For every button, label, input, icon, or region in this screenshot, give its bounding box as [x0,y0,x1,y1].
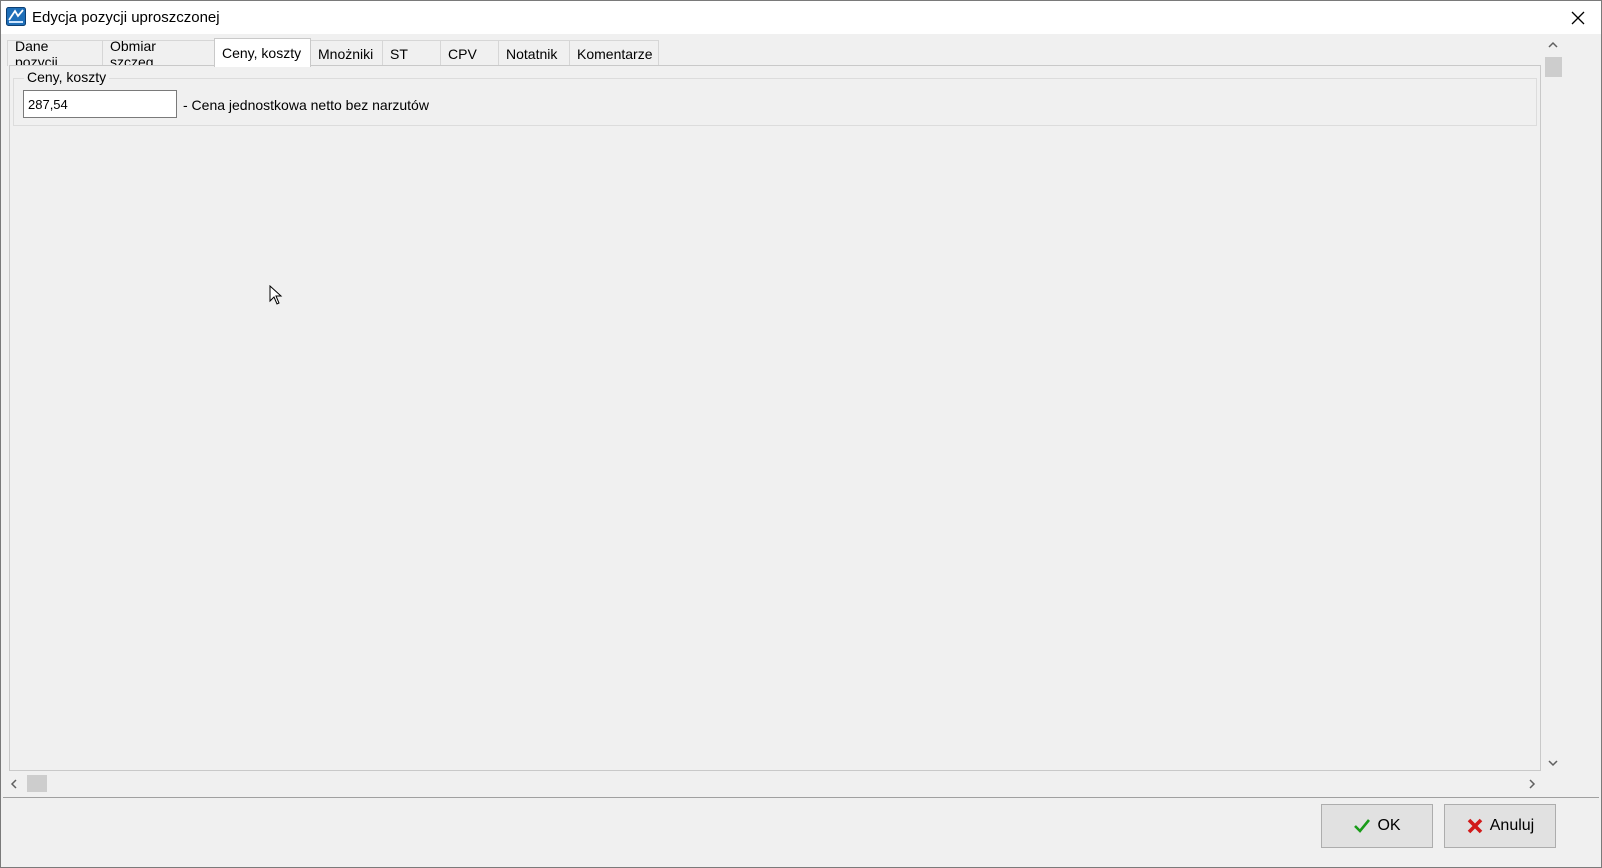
horizontal-scrollbar[interactable] [5,773,1541,795]
ok-button[interactable]: OK [1321,804,1433,848]
vertical-scrollbar[interactable] [1542,37,1564,771]
dialog-button-bar: OK Anuluj [3,797,1599,867]
tab-st[interactable]: ST [382,40,441,66]
ok-button-label: OK [1377,817,1401,834]
pricing-groupbox: Ceny, koszty - Cena jednostkowa netto be… [13,69,1537,126]
tab-komentarze[interactable]: Komentarze [569,40,659,66]
mouse-cursor-icon [269,285,283,305]
window-title: Edycja pozycji uproszczonej [32,9,220,26]
groupbox-title: Ceny, koszty [24,69,110,85]
checkmark-icon [1354,819,1371,833]
cancel-button-label: Anuluj [1489,817,1535,834]
vertical-scroll-thumb[interactable] [1545,57,1562,77]
scroll-up-icon[interactable] [1547,39,1559,51]
tab-dane-pozycji[interactable]: Dane pozycji [7,38,103,70]
close-icon [1571,11,1585,24]
title-bar: Edycja pozycji uproszczonej [1,1,1601,34]
cancel-button[interactable]: Anuluj [1444,804,1556,848]
scroll-left-icon[interactable] [8,778,20,790]
red-x-icon [1467,818,1483,834]
tab-mnozniki[interactable]: Mnożniki [310,40,383,66]
tab-cpv[interactable]: CPV [440,40,499,66]
scroll-right-icon[interactable] [1526,778,1538,790]
app-icon [6,7,26,26]
unit-price-label: - Cena jednostkowa netto bez narzutów [183,97,429,113]
tab-notatnik[interactable]: Notatnik [498,40,570,66]
unit-price-input[interactable] [23,90,177,118]
tab-obmiar-szczeg[interactable]: Obmiar szczeg. [102,38,215,70]
dialog-window: Edycja pozycji uproszczonej Dane pozycji… [0,0,1602,868]
tab-content-panel: Ceny, koszty - Cena jednostkowa netto be… [9,65,1541,771]
tab-strip: Dane pozycji Obmiar szczeg. Ceny, koszty… [7,38,659,70]
tab-ceny-koszty[interactable]: Ceny, koszty [214,38,311,67]
scroll-down-icon[interactable] [1547,757,1559,769]
horizontal-scroll-thumb[interactable] [27,775,47,792]
close-button[interactable] [1555,1,1601,34]
